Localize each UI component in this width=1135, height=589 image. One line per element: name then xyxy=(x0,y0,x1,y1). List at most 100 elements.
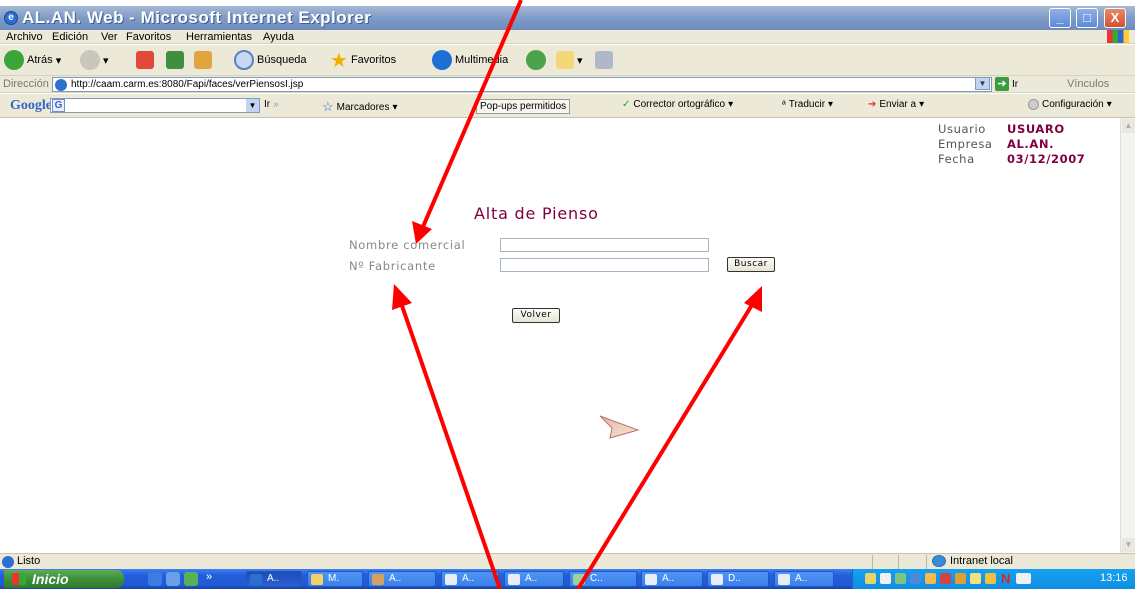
go-button[interactable]: ➔ Ir xyxy=(995,77,1018,91)
menu-ayuda[interactable]: Ayuda xyxy=(263,31,294,43)
print-icon xyxy=(595,51,613,69)
tray-app-icon[interactable] xyxy=(940,573,951,584)
ie-quicklaunch-icon[interactable] xyxy=(148,572,162,586)
settings-button[interactable]: Configuración ▾ xyxy=(1028,99,1112,110)
go-label: Ir xyxy=(1012,78,1019,90)
send-button[interactable]: ➔ Enviar a ▾ xyxy=(868,99,924,110)
maker-label: Nº Fabricante xyxy=(349,259,436,273)
page-content: Usuario USUARO Empresa AL.AN. Fecha 03/12/2… xyxy=(0,118,1120,553)
standard-toolbar: Atrás ▾ ▾ Búsqueda ★ Favoritos Multimedi… xyxy=(0,45,1135,76)
tray-app-icon[interactable] xyxy=(910,573,921,584)
chevron-down-icon: ▾ xyxy=(1106,99,1112,110)
links-button[interactable]: Vínculos xyxy=(1067,78,1109,90)
search-button[interactable]: Búsqueda xyxy=(234,49,307,71)
app-quicklaunch-icon[interactable] xyxy=(184,572,198,586)
tray-app-icon[interactable] xyxy=(985,573,996,584)
close-button[interactable]: X xyxy=(1104,8,1126,28)
maker-input[interactable] xyxy=(500,258,709,272)
menu-favoritos[interactable]: Favoritos xyxy=(126,31,171,43)
popups-button[interactable]: Pop-ups permitidos xyxy=(476,99,571,114)
google-logo: Google xyxy=(10,98,52,114)
window-title: AL.AN. Web - Microsoft Internet Explorer xyxy=(22,8,372,27)
minimize-button[interactable]: _ xyxy=(1049,8,1071,28)
desktop-quicklaunch-icon[interactable] xyxy=(166,572,180,586)
taskbar-button[interactable]: A.. xyxy=(504,571,564,587)
name-input[interactable] xyxy=(500,238,709,252)
word-icon xyxy=(778,574,790,585)
menu-bar: Archivo Edición Ver Favoritos Herramient… xyxy=(0,30,1135,44)
home-icon xyxy=(194,51,212,69)
mail-button[interactable]: ▾ xyxy=(556,49,583,71)
taskbar-button[interactable]: M. xyxy=(307,571,363,587)
taskbar-button-label: M. xyxy=(328,573,340,584)
chevron-down-icon: ▾ xyxy=(828,99,834,110)
bookmarks-label: Marcadores xyxy=(336,101,390,113)
back-button[interactable]: Volver xyxy=(512,308,560,323)
taskbar-button[interactable]: A.. xyxy=(441,571,499,587)
clock: 13:16 xyxy=(1100,572,1128,584)
taskbar-button-label: A.. xyxy=(795,573,808,584)
taskbar-button[interactable]: A.. xyxy=(246,571,302,587)
menu-ver[interactable]: Ver xyxy=(101,31,118,43)
excel-icon xyxy=(573,574,585,585)
back-arrow-icon xyxy=(4,50,24,70)
google-bookmarks-button[interactable]: ☆ Marcadores ▾ xyxy=(322,99,398,115)
word-icon xyxy=(508,574,520,585)
tray-app-icon[interactable] xyxy=(865,573,876,584)
taskbar-button-label: C.. xyxy=(590,573,603,584)
favorites-button[interactable]: ★ Favoritos xyxy=(330,49,397,72)
taskbar-button[interactable]: A.. xyxy=(641,571,703,587)
menu-edicion[interactable]: Edición xyxy=(52,31,88,43)
favorites-label: Favoritos xyxy=(350,54,397,66)
stop-button[interactable] xyxy=(136,49,154,71)
history-button[interactable] xyxy=(526,49,546,71)
back-label: Atrás xyxy=(27,54,53,66)
menu-herramientas[interactable]: Herramientas xyxy=(186,31,252,43)
taskbar-button[interactable]: A.. xyxy=(774,571,834,587)
tray-app-icon[interactable]: N xyxy=(1001,571,1010,586)
tray-app-icon[interactable] xyxy=(955,573,966,584)
scroll-up-icon[interactable]: ▲ xyxy=(1122,119,1135,133)
tray-app-icon[interactable] xyxy=(880,573,891,584)
vertical-scrollbar[interactable]: ▲ ▼ xyxy=(1120,118,1135,553)
chevron-down-icon: ▾ xyxy=(919,99,925,110)
multimedia-button[interactable]: Multimedia xyxy=(432,49,508,71)
gear-icon xyxy=(1028,99,1039,110)
start-button[interactable]: Inicio xyxy=(4,570,124,588)
chevron-down-icon: ▾ xyxy=(728,99,734,110)
word-icon xyxy=(645,574,657,585)
address-input[interactable]: http://caam.carm.es:8080/Fapi/faces/verP… xyxy=(52,77,992,92)
address-dropdown[interactable]: ▼ xyxy=(975,77,990,90)
chevron-down-icon[interactable]: ▼ xyxy=(246,99,259,112)
tray-app-icon[interactable] xyxy=(1016,573,1031,584)
maximize-button[interactable]: □ xyxy=(1076,8,1098,28)
word-icon xyxy=(445,574,457,585)
scroll-down-icon[interactable]: ▼ xyxy=(1122,538,1135,552)
google-logo-text: Google xyxy=(10,98,52,113)
status-divider xyxy=(926,555,927,569)
spellcheck-button[interactable]: ✓ Corrector ortográfico ▾ xyxy=(622,99,733,110)
taskbar-button[interactable]: A.. xyxy=(368,571,436,587)
refresh-icon xyxy=(166,51,184,69)
tray-app-icon[interactable] xyxy=(925,573,936,584)
back-button[interactable]: Atrás ▾ xyxy=(4,49,61,71)
stop-icon xyxy=(136,51,154,69)
date-value: 03/12/2007 xyxy=(1007,152,1086,166)
google-search-input[interactable]: G ▼ xyxy=(50,98,260,113)
spellcheck-icon: ✓ xyxy=(622,99,631,110)
taskbar-button-label: A.. xyxy=(662,573,675,584)
print-button[interactable] xyxy=(595,49,613,71)
taskbar-button[interactable]: C.. xyxy=(569,571,637,587)
search-button[interactable]: Buscar xyxy=(727,257,775,272)
tray-app-icon[interactable] xyxy=(895,573,906,584)
home-button[interactable] xyxy=(194,49,212,71)
forward-button[interactable]: ▾ xyxy=(80,49,109,71)
taskbar-button[interactable]: D.. xyxy=(707,571,769,587)
google-go-button[interactable]: Ir » xyxy=(264,99,279,110)
menu-archivo[interactable]: Archivo xyxy=(6,31,43,43)
translate-button[interactable]: ᵃ Traducir ▾ xyxy=(782,99,833,110)
tray-app-icon[interactable] xyxy=(970,573,981,584)
windows-flag-icon xyxy=(12,573,26,585)
quicklaunch-more-icon[interactable]: » xyxy=(206,571,212,583)
refresh-button[interactable] xyxy=(166,49,184,71)
